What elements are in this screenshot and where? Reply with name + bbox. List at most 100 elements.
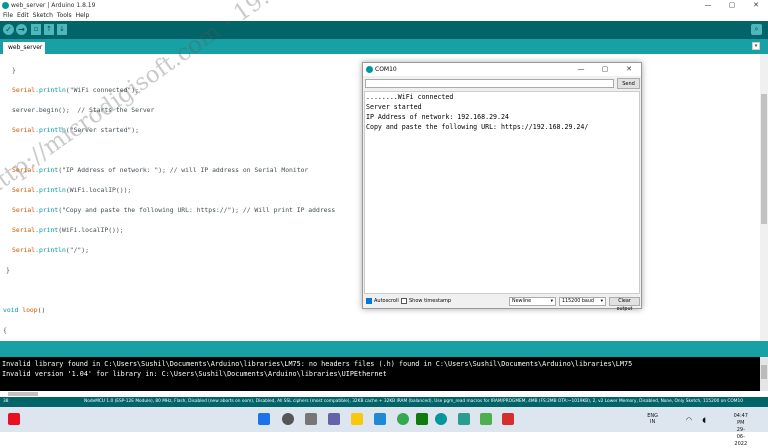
- chevron-down-icon: ▾: [600, 299, 603, 304]
- tab-menu-dropdown[interactable]: ▾: [752, 42, 760, 50]
- menu-bar: File Edit Sketch Tools Help: [0, 11, 768, 21]
- close-button[interactable]: ✕: [744, 0, 768, 11]
- code-line: Serial.print("IP Address of network: ");…: [12, 166, 308, 174]
- menu-file[interactable]: File: [3, 11, 13, 21]
- serial-monitor-button[interactable]: ⌕: [751, 24, 762, 35]
- code-line: Serial.println("/");: [12, 246, 89, 254]
- menu-tools[interactable]: Tools: [57, 11, 72, 21]
- serial-maximize-button[interactable]: ▢: [593, 63, 617, 76]
- serial-input-field[interactable]: [365, 79, 614, 88]
- editor-status-bar: [0, 341, 768, 357]
- code-line: Serial.println("WiFi connected");: [12, 86, 139, 94]
- scrollbar-thumb[interactable]: [761, 94, 767, 224]
- serial-output-line: IP Address of network: 192.168.29.24: [366, 113, 509, 121]
- file-explorer-icon[interactable]: [351, 413, 363, 425]
- menu-sketch[interactable]: Sketch: [33, 11, 53, 21]
- code-token: Serial: [12, 126, 36, 134]
- code-token: .println: [35, 86, 66, 94]
- code-line: }: [12, 66, 16, 74]
- editor-vertical-scrollbar[interactable]: [760, 54, 768, 341]
- serial-close-button[interactable]: ✕: [617, 63, 641, 76]
- verify-button[interactable]: ✓: [3, 24, 14, 35]
- menu-help[interactable]: Help: [76, 11, 90, 21]
- code-token: ("WiFi connected");: [65, 86, 139, 94]
- board-status-bar: 38 NodeMCU 1.0 (ESP-12E Module), 80 MHz,…: [0, 397, 768, 407]
- code-token: ("Copy and paste the following URL: http…: [58, 206, 336, 214]
- code-line: Serial.println(WiFi.localIP());: [12, 186, 131, 194]
- task-view-icon[interactable]: [305, 413, 317, 425]
- app-icon[interactable]: [8, 413, 20, 425]
- save-sketch-button[interactable]: ↓: [57, 24, 67, 35]
- send-button[interactable]: Send: [617, 78, 640, 89]
- start-icon[interactable]: [258, 413, 270, 425]
- chat-icon[interactable]: [328, 413, 340, 425]
- window-title: web_server | Arduino 1.8.19: [11, 2, 96, 9]
- console-line: Invalid library found in C:\Users\Sushil…: [2, 360, 633, 368]
- title-bar: web_server | Arduino 1.8.19 — ▢ ✕: [0, 0, 768, 11]
- code-token: (): [37, 306, 46, 314]
- timestamp-label: Show timestamp: [409, 298, 452, 304]
- language-indicator[interactable]: ENG IN: [647, 413, 658, 425]
- app-icon[interactable]: [458, 413, 470, 425]
- clock[interactable]: 04:47 PM 29-06-2022: [734, 413, 748, 448]
- baud-rate-select[interactable]: 115200 baud ▾: [559, 297, 606, 306]
- zoom-icon[interactable]: [374, 413, 386, 425]
- code-line: }: [6, 266, 10, 274]
- code-line: Serial.print("Copy and paste the followi…: [12, 206, 335, 214]
- code-token: ("Server started");: [65, 126, 139, 134]
- tab-row: web_server ▾: [0, 39, 768, 54]
- windows-taskbar: ENG IN ◠ ◖ 04:47 PM 29-06-2022: [0, 407, 768, 447]
- scrollbar-thumb[interactable]: [8, 392, 38, 396]
- maximize-button[interactable]: ▢: [720, 0, 744, 11]
- code-token: .println: [35, 246, 66, 254]
- board-info: NodeMCU 1.0 (ESP-12E Module), 80 MHz, Fl…: [84, 399, 743, 404]
- autoscroll-checkbox[interactable]: [366, 298, 372, 304]
- serial-output: ........WiFi connected Server started IP…: [364, 91, 640, 294]
- clear-output-button[interactable]: Clear output: [609, 297, 640, 312]
- arduino-app-icon: [366, 66, 373, 73]
- code-token: .println: [35, 186, 66, 194]
- console-scrollbar[interactable]: [760, 357, 768, 391]
- network-icon[interactable]: ◠: [686, 416, 692, 424]
- menu-edit[interactable]: Edit: [17, 11, 29, 21]
- app-icon[interactable]: [480, 413, 492, 425]
- serial-monitor-title: COM10: [375, 66, 397, 73]
- tab-web-server[interactable]: web_server: [3, 42, 45, 54]
- code-token: loop: [18, 306, 38, 314]
- toolbar: ✓ → ▫ ↑ ↓ ⌕: [0, 21, 768, 39]
- code-token: ("/");: [65, 246, 89, 254]
- upload-button[interactable]: →: [16, 24, 27, 35]
- console-output: Invalid library found in C:\Users\Sushil…: [0, 357, 768, 391]
- serial-options-bar: Autoscroll Show timestamp Newline ▾ 11520…: [363, 296, 641, 312]
- code-token: Serial: [12, 226, 36, 234]
- volume-icon[interactable]: ◖: [702, 416, 706, 424]
- serial-minimize-button[interactable]: —: [569, 63, 593, 76]
- timestamp-checkbox[interactable]: [401, 298, 407, 304]
- code-token: Serial: [12, 186, 36, 194]
- line-number: 38: [3, 399, 9, 404]
- code-token: Serial: [12, 206, 36, 214]
- minimize-button[interactable]: —: [696, 0, 720, 11]
- serial-output-line: ........WiFi connected: [366, 93, 454, 101]
- app-icon[interactable]: [502, 413, 514, 425]
- chrome-icon[interactable]: [397, 413, 409, 425]
- serial-output-line: Server started: [366, 103, 422, 111]
- code-line: Serial.print(WiFi.localIP());: [12, 226, 124, 234]
- search-icon[interactable]: [282, 413, 294, 425]
- code-token: .print: [35, 166, 59, 174]
- open-sketch-button[interactable]: ↑: [44, 24, 54, 35]
- new-sketch-button[interactable]: ▫: [31, 24, 41, 35]
- code-token: .print: [35, 226, 59, 234]
- code-line: server.begin(); // Starts the Server: [12, 106, 155, 114]
- serial-output-line: Copy and paste the following URL: https:…: [366, 123, 589, 131]
- line-ending-select[interactable]: Newline ▾: [509, 297, 556, 306]
- arduino-ide-window: web_server | Arduino 1.8.19 — ▢ ✕ File E…: [0, 0, 768, 447]
- arduino-taskbar-icon[interactable]: [435, 413, 447, 425]
- code-line: Serial.println("Server started");: [12, 126, 139, 134]
- code-token: void: [3, 306, 19, 314]
- code-token: ("IP Address of network: "); // will IP …: [58, 166, 309, 174]
- serial-monitor-title-bar: COM10 — ▢ ✕: [363, 63, 641, 76]
- console-line: Invalid version '1.04' for library in: C…: [2, 370, 387, 378]
- serial-monitor-window: COM10 — ▢ ✕ Send ........WiFi connected …: [362, 62, 642, 312]
- store-icon[interactable]: [416, 413, 428, 425]
